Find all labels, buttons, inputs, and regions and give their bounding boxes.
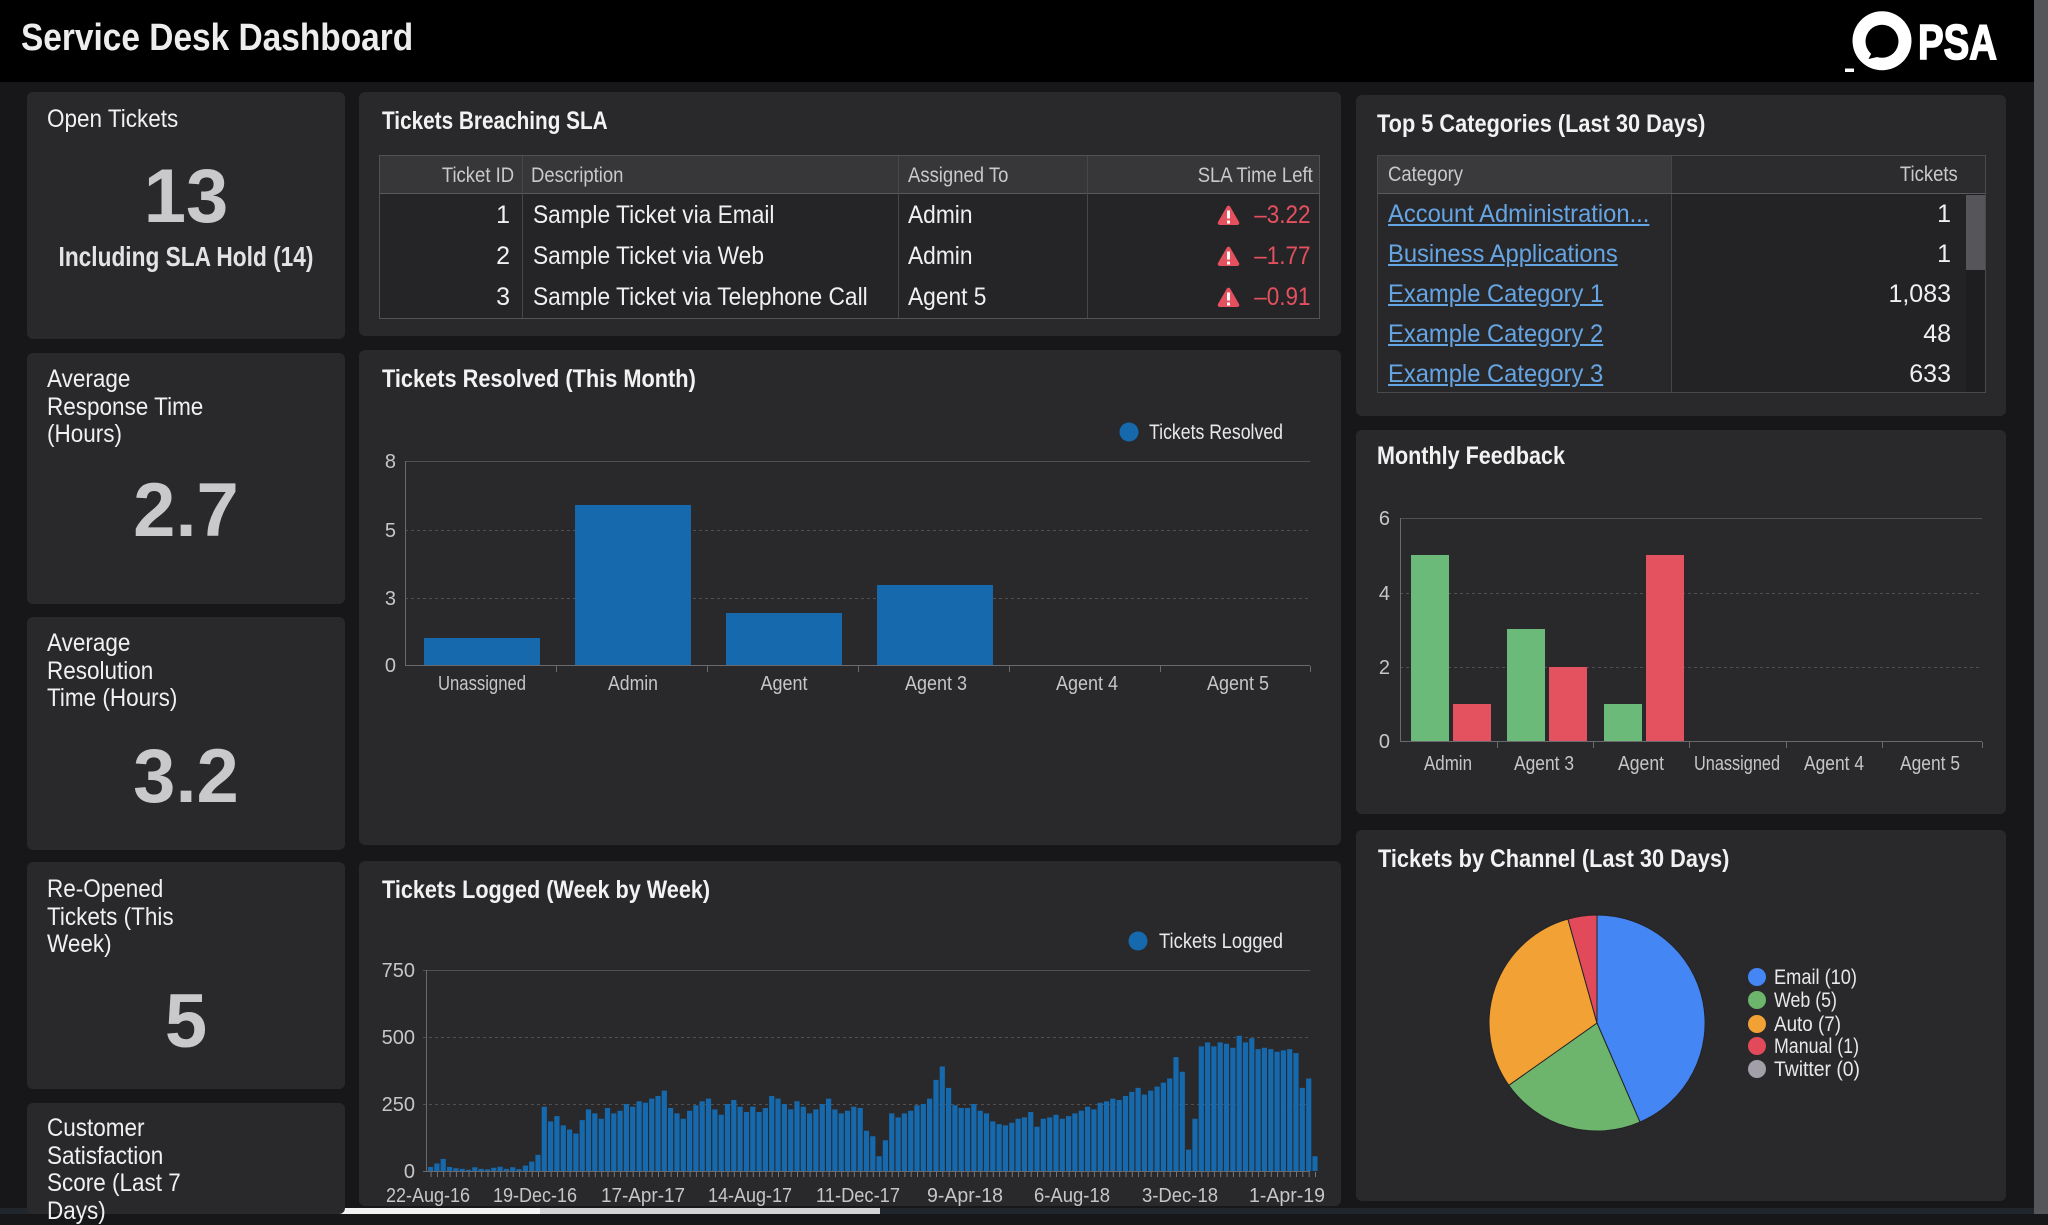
svg-text:Web (5): Web (5) bbox=[1774, 989, 1837, 1012]
svg-text:Agent 4: Agent 4 bbox=[1804, 753, 1864, 775]
svg-text:Tickets Resolved: Tickets Resolved bbox=[1149, 421, 1283, 444]
svg-text:Admin: Admin bbox=[608, 673, 658, 695]
svg-text:Agent 3: Agent 3 bbox=[905, 673, 967, 695]
svg-text:0: 0 bbox=[1379, 731, 1390, 753]
svg-text:Unassigned: Unassigned bbox=[438, 673, 526, 695]
svg-text:Email (10): Email (10) bbox=[1774, 966, 1857, 989]
svg-text:Agent 4: Agent 4 bbox=[1056, 673, 1118, 695]
svg-text:2: 2 bbox=[1379, 657, 1390, 679]
svg-text:Tickets Logged: Tickets Logged bbox=[1159, 930, 1283, 953]
svg-text:4: 4 bbox=[1379, 583, 1390, 605]
svg-text:Agent 5: Agent 5 bbox=[1207, 673, 1269, 695]
svg-text:3: 3 bbox=[385, 588, 396, 610]
svg-text:0: 0 bbox=[404, 1161, 415, 1183]
svg-text:250: 250 bbox=[382, 1094, 415, 1116]
svg-text:6-Aug-18: 6-Aug-18 bbox=[1034, 1185, 1110, 1206]
svg-text:0: 0 bbox=[385, 655, 396, 677]
svg-text:Agent: Agent bbox=[761, 673, 808, 695]
svg-text:Twitter (0): Twitter (0) bbox=[1774, 1058, 1860, 1081]
svg-text:750: 750 bbox=[382, 960, 415, 982]
svg-text:8: 8 bbox=[385, 451, 396, 473]
svg-text:14-Aug-17: 14-Aug-17 bbox=[708, 1185, 792, 1206]
svg-text:Unassigned: Unassigned bbox=[1694, 753, 1780, 775]
svg-text:PSA: PSA bbox=[1918, 16, 1997, 70]
svg-text:Agent 5: Agent 5 bbox=[1900, 753, 1960, 775]
svg-text:500: 500 bbox=[382, 1027, 415, 1049]
svg-text:22-Aug-16: 22-Aug-16 bbox=[386, 1185, 470, 1206]
svg-text:5: 5 bbox=[385, 520, 396, 542]
svg-text:19-Dec-16: 19-Dec-16 bbox=[493, 1185, 577, 1206]
svg-text:Admin: Admin bbox=[1424, 753, 1472, 775]
svg-text:1-Apr-19: 1-Apr-19 bbox=[1249, 1185, 1325, 1206]
svg-text:9-Apr-18: 9-Apr-18 bbox=[927, 1185, 1003, 1206]
svg-text:Auto (7): Auto (7) bbox=[1774, 1013, 1841, 1036]
svg-text:3-Dec-18: 3-Dec-18 bbox=[1142, 1185, 1218, 1206]
svg-text:11-Dec-17: 11-Dec-17 bbox=[816, 1185, 900, 1206]
svg-text:17-Apr-17: 17-Apr-17 bbox=[601, 1185, 685, 1206]
svg-text:Agent 3: Agent 3 bbox=[1514, 753, 1574, 775]
svg-text:Manual (1): Manual (1) bbox=[1774, 1035, 1859, 1058]
svg-text:6: 6 bbox=[1379, 508, 1390, 530]
svg-text:Agent: Agent bbox=[1618, 753, 1664, 775]
